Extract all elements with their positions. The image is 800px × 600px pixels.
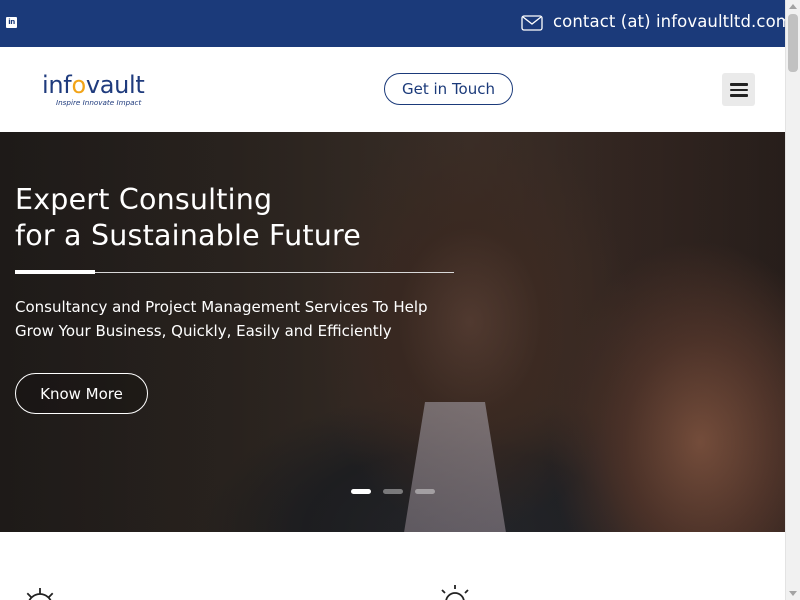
menu-bar-top	[730, 83, 748, 86]
logo-word-part1: inf	[42, 71, 72, 99]
know-more-button[interactable]: Know More	[15, 373, 148, 414]
hero-slider: Expert Consulting for a Sustainable Futu…	[0, 132, 785, 532]
slider-dot-2[interactable]	[383, 489, 403, 494]
linkedin-icon[interactable]: in	[6, 17, 17, 28]
get-in-touch-button[interactable]: Get in Touch	[384, 73, 513, 105]
hero-subtitle-line2: Grow Your Business, Quickly, Easily and …	[15, 322, 392, 340]
slider-dot-1[interactable]	[351, 489, 371, 494]
menu-bar-bottom	[730, 94, 748, 97]
scroll-up-arrow-icon[interactable]	[789, 4, 797, 9]
logo-tagline: Inspire Innovate Impact	[56, 98, 142, 107]
hero-title: Expert Consulting for a Sustainable Futu…	[15, 182, 475, 254]
gear-icon	[26, 588, 54, 600]
slider-dot-3[interactable]	[415, 489, 435, 494]
hero-divider-accent	[15, 270, 95, 274]
hero-subtitle: Consultancy and Project Management Servi…	[15, 295, 465, 343]
hero-subtitle-line1: Consultancy and Project Management Servi…	[15, 298, 428, 316]
hero-title-line2: for a Sustainable Future	[15, 219, 362, 252]
logo-word-part3: vault	[85, 71, 145, 99]
contact-email-link[interactable]: contact (at) infovaultltd.com	[553, 12, 792, 31]
scrollbar-thumb[interactable]	[788, 14, 798, 72]
top-bar: in contact (at) infovaultltd.com	[0, 0, 792, 47]
site-header: infovault Inspire Innovate Impact Get in…	[0, 47, 785, 132]
infovault-logo[interactable]: infovault Inspire Innovate Impact	[42, 71, 172, 111]
page-scrollbar[interactable]	[785, 0, 800, 600]
scroll-down-arrow-icon[interactable]	[789, 591, 797, 596]
logo-word-part2: o	[71, 71, 86, 99]
hero-title-line1: Expert Consulting	[15, 183, 273, 216]
features-section	[0, 532, 785, 600]
lightbulb-icon	[441, 585, 469, 600]
envelope-icon	[521, 15, 543, 31]
hamburger-menu-icon[interactable]	[722, 73, 755, 106]
menu-bar-middle	[730, 88, 748, 91]
logo-wordmark: infovault	[42, 71, 145, 99]
